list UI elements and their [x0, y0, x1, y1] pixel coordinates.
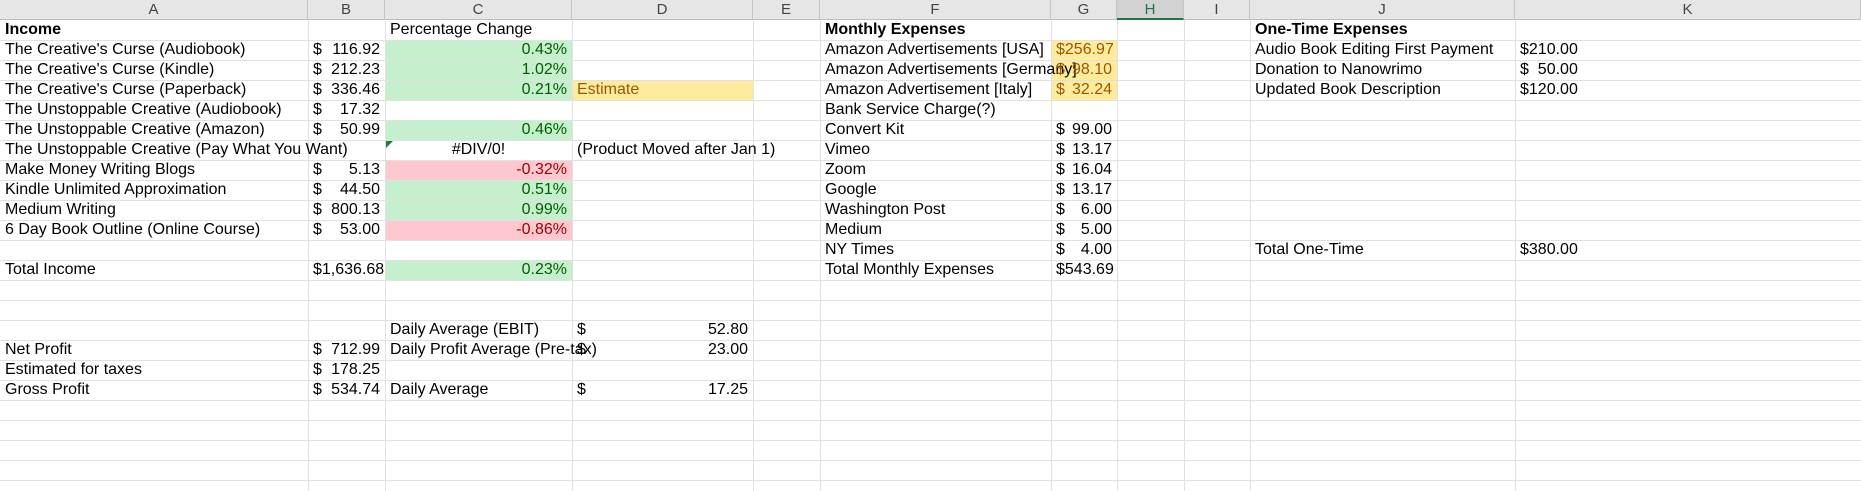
amount-value: 210.00 — [1528, 41, 1578, 58]
currency-symbol: $ — [577, 381, 586, 398]
column-header-j[interactable]: J — [1250, 0, 1515, 20]
total-pct-change-cell[interactable]: 0.23% — [385, 258, 572, 282]
column-header-g[interactable]: G — [1051, 0, 1117, 20]
currency-symbol: $ — [313, 221, 322, 238]
column-header-h[interactable]: H — [1117, 0, 1184, 20]
onetime-expense-amount[interactable]: $120.00 — [1515, 78, 1861, 102]
currency-symbol: $ — [1520, 81, 1529, 98]
gridline — [0, 420, 1861, 421]
income-amount[interactable]: $50.99 — [308, 118, 385, 142]
column-header-k[interactable]: K — [1515, 0, 1861, 20]
estimate-note[interactable]: Estimate — [572, 78, 753, 102]
total-monthly-label[interactable]: Total Monthly Expenses — [820, 258, 1051, 282]
total-income-amount[interactable]: $1,636.68 — [308, 258, 385, 282]
amount-value: 534.74 — [331, 381, 380, 398]
gross-profit-label[interactable]: Gross Profit — [0, 378, 308, 402]
column-header-c[interactable]: C — [385, 0, 572, 20]
column-header-f[interactable]: F — [820, 0, 1051, 20]
gridline — [0, 320, 1861, 321]
amount-value: 32.24 — [1071, 81, 1112, 98]
amount-value: 53.00 — [339, 221, 380, 238]
daily-average-label[interactable]: Daily Average — [385, 378, 572, 402]
gridline — [0, 480, 1861, 481]
currency-symbol: $ — [577, 341, 586, 358]
daily-profit-value[interactable]: $23.00 — [572, 338, 753, 362]
gridline — [0, 300, 1861, 301]
pct-change-cell[interactable]: -0.86% — [385, 218, 572, 242]
gridline — [0, 440, 1861, 441]
gross-profit-amount[interactable]: $534.74 — [308, 378, 385, 402]
amount-value: 50.00 — [1537, 61, 1578, 78]
amount-value: 120.00 — [1528, 81, 1578, 98]
currency-symbol: $ — [1520, 41, 1529, 58]
total-onetime-amount[interactable]: $380.00 — [1515, 238, 1861, 262]
currency-symbol: $ — [1056, 81, 1065, 98]
gridline — [0, 460, 1861, 461]
column-header-b[interactable]: B — [308, 0, 385, 20]
amount-value: 50.99 — [339, 121, 380, 138]
monthly-expense-amount[interactable]: $32.24 — [1051, 78, 1117, 102]
column-header-a[interactable]: A — [0, 0, 308, 20]
total-onetime-label[interactable]: Total One-Time — [1250, 238, 1515, 262]
product-moved-note[interactable]: (Product Moved after Jan 1) — [572, 138, 775, 162]
spreadsheet-grid: A B C D E F G H I J K Income The Creativ… — [0, 0, 1861, 491]
column-header-d[interactable]: D — [572, 0, 753, 20]
amount-value: 17.25 — [707, 381, 748, 398]
pct-change-cell[interactable]: 0.21% — [385, 78, 572, 102]
income-amount[interactable]: $53.00 — [308, 218, 385, 242]
amount-value: 23.00 — [707, 341, 748, 358]
onetime-expense-label[interactable]: Updated Book Description — [1250, 78, 1515, 102]
total-monthly-amount[interactable]: $543.69 — [1051, 258, 1117, 282]
income-label[interactable]: 6 Day Book Outline (Online Course) — [0, 218, 308, 242]
total-income-label[interactable]: Total Income — [0, 258, 308, 282]
daily-average-value[interactable]: $17.25 — [572, 378, 753, 402]
currency-symbol: $ — [1520, 61, 1529, 78]
daily-profit-label[interactable]: Daily Profit Average (Pre-tax) — [385, 338, 597, 362]
column-header-e[interactable]: E — [753, 0, 820, 20]
currency-symbol: $ — [313, 381, 322, 398]
column-header-i[interactable]: I — [1184, 0, 1250, 20]
currency-symbol: $ — [313, 121, 322, 138]
